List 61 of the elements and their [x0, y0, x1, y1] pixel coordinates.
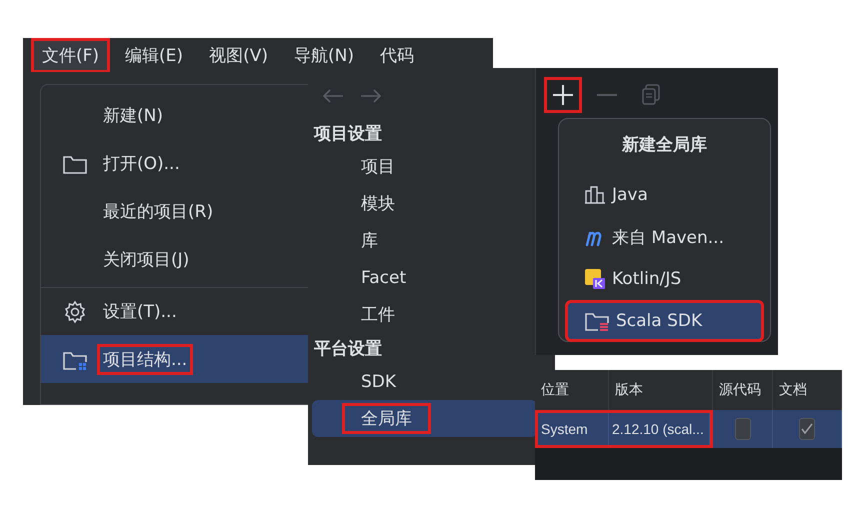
menu-item-label: 打开(O)...	[102, 153, 181, 176]
sidebar-item-label: 工件	[360, 304, 396, 327]
column-header[interactable]: 源代码	[713, 370, 773, 410]
section-heading: 项目设置	[312, 122, 383, 146]
popup-title: 新建全局库	[620, 134, 708, 156]
sidebar-item-label: Facet	[360, 266, 408, 290]
folder-icon	[584, 310, 610, 332]
add-icon	[552, 84, 574, 106]
back-arrow-icon[interactable]	[322, 88, 344, 104]
menu-item-label: 项目结构...	[97, 344, 194, 375]
menu-item[interactable]: 关闭项目(J)	[41, 235, 310, 283]
menu-item[interactable]: 最近的项目(R)	[41, 187, 310, 235]
column-header[interactable]: 位置	[535, 370, 609, 410]
popup-item-label: Scala SDK	[616, 311, 702, 331]
forward-arrow-icon[interactable]	[360, 88, 382, 104]
popup-item[interactable]: 来自 Maven...	[565, 216, 764, 258]
popup-item-label: Kotlin/JS	[612, 269, 682, 289]
menu-item[interactable]: 代码	[368, 38, 425, 72]
table-cell: 2.12.10 (scal...	[609, 413, 710, 445]
menu-item[interactable]: 打开(O)...	[41, 139, 310, 187]
sidebar-item[interactable]: 模块	[312, 185, 537, 222]
copy-icon	[641, 84, 661, 106]
sidebar-item[interactable]: 库	[312, 222, 537, 259]
column-header[interactable]: 版本	[609, 370, 713, 410]
menu-item-label: 新建(N)	[102, 105, 164, 128]
sidebar-item-label: 库	[360, 230, 379, 253]
sidebar-item[interactable]: 工件	[312, 296, 537, 333]
toolbar-button[interactable]	[544, 77, 582, 113]
menu-item[interactable]: 文件(F)	[31, 38, 110, 72]
check-icon	[801, 423, 813, 435]
menu-item-label: 设置(T)...	[102, 301, 178, 324]
popup-item[interactable]: Kotlin/JS	[565, 258, 764, 300]
table-row[interactable]: System 2.12.10 (scal...	[535, 410, 842, 448]
settings-icon	[63, 300, 87, 324]
kotlin-js-icon	[584, 268, 606, 290]
sidebar-item-label: 全局库	[342, 403, 431, 434]
menu-item[interactable]: 项目结构...	[41, 335, 310, 383]
menu-item-label: 关闭项目(J)	[102, 249, 190, 272]
popup-item[interactable]: Java	[565, 174, 764, 216]
sidebar-item-label: 模块	[360, 193, 396, 216]
sidebar-item[interactable]: 全局库	[312, 400, 537, 437]
library-icon	[584, 185, 606, 205]
section-heading: 平台设置	[313, 338, 383, 360]
sidebar-item[interactable]: SDK	[312, 363, 537, 400]
checkbox[interactable]	[734, 418, 750, 440]
checkbox[interactable]	[799, 418, 815, 440]
popup-item[interactable]: Scala SDK	[565, 300, 764, 342]
menu-item[interactable]: 新建(N)	[41, 91, 310, 139]
column-header[interactable]: 文档	[773, 370, 842, 410]
popup-item-label: 来自 Maven...	[612, 226, 724, 248]
menu-item[interactable]: 视图(V)	[198, 38, 279, 72]
remove-icon	[597, 93, 617, 97]
sidebar-item[interactable]: 项目	[312, 148, 537, 185]
menu-item[interactable]: 导航(N)	[282, 38, 365, 72]
popup-item-label: Java	[612, 185, 648, 205]
sidebar-item[interactable]: Facet	[312, 259, 537, 296]
sidebar-item-label: SDK	[360, 370, 398, 394]
table-cell: System	[538, 413, 609, 445]
menu-item[interactable]: 编辑(E)	[114, 38, 194, 72]
menu-item-label: 最近的项目(R)	[102, 201, 214, 224]
sidebar-item-label: 项目	[360, 156, 396, 179]
